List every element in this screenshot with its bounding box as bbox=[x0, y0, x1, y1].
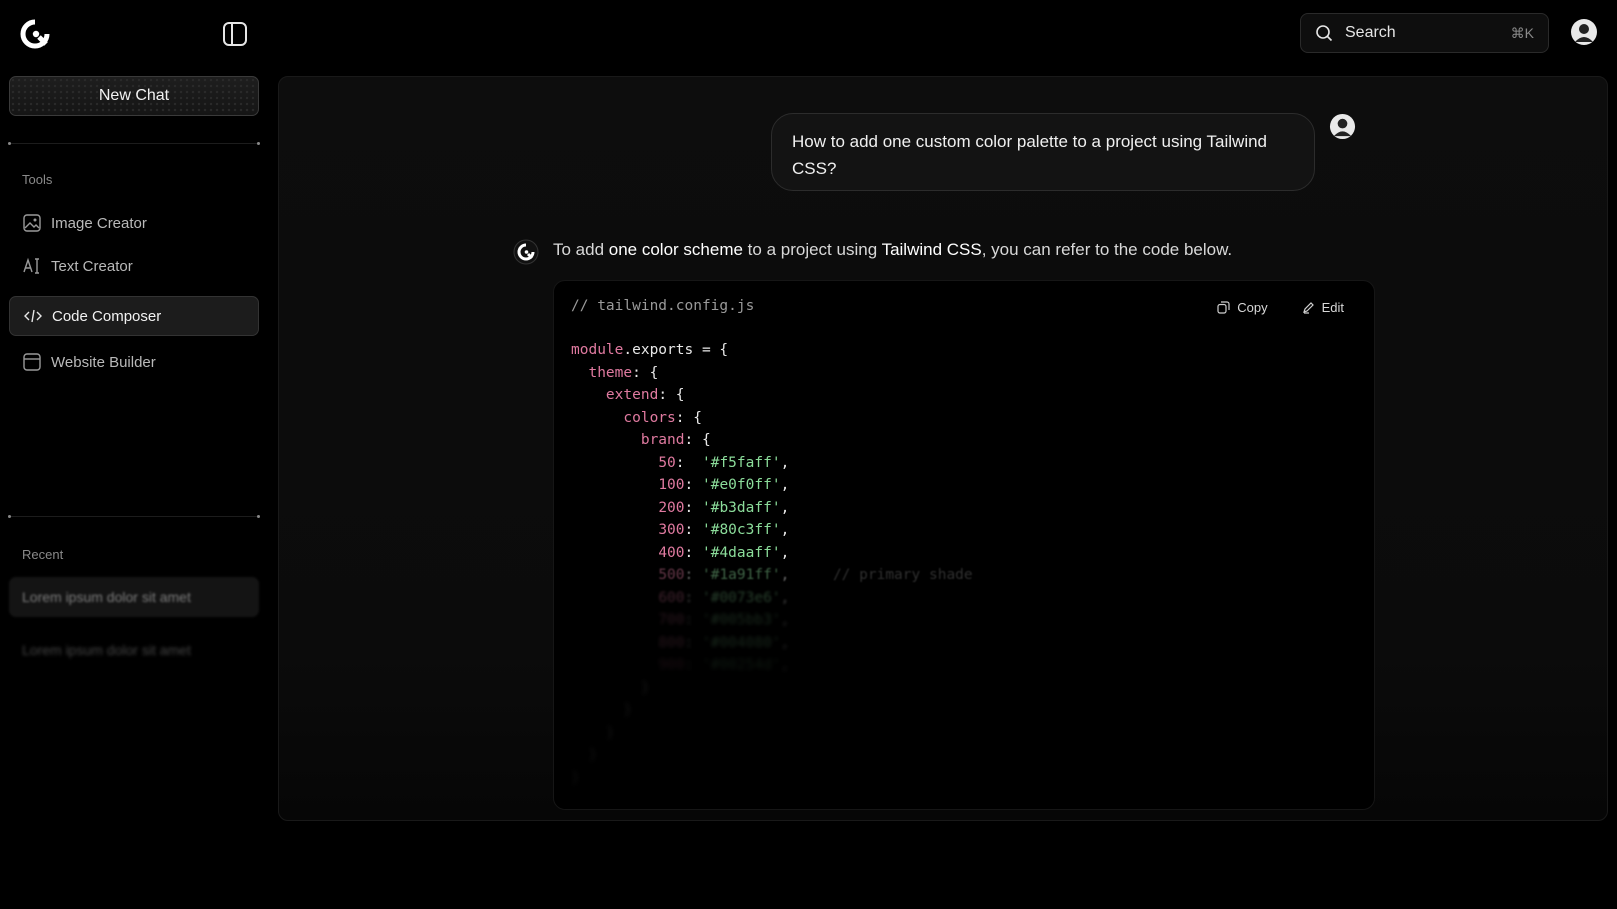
top-bar: Search ⌘K bbox=[0, 0, 1617, 68]
shade-value: '#004080' bbox=[701, 634, 781, 651]
user-avatar-icon bbox=[1329, 113, 1356, 140]
edit-label: Edit bbox=[1321, 300, 1344, 315]
code-actions: Copy Edit bbox=[1217, 300, 1344, 315]
code-token: colors bbox=[623, 409, 676, 426]
recent-chat-item[interactable]: Lorem ipsum dolor sit amet bbox=[9, 577, 259, 617]
code-token: extend bbox=[605, 387, 659, 403]
edit-button[interactable]: Edit bbox=[1302, 300, 1344, 315]
shade-key: 200 bbox=[658, 499, 685, 516]
assistant-message: To add one color scheme to a project usi… bbox=[553, 240, 1232, 260]
edit-icon bbox=[1302, 302, 1314, 314]
recent-chat-item[interactable]: Lorem ipsum dolor sit amet bbox=[9, 630, 259, 670]
search-label: Search bbox=[1345, 24, 1396, 41]
copy-label: Copy bbox=[1237, 300, 1268, 315]
shade-key: 600 bbox=[658, 589, 685, 606]
shade-value: '#e0f0ff' bbox=[701, 477, 781, 493]
sidebar-divider bbox=[8, 142, 260, 145]
search-icon bbox=[1316, 25, 1333, 42]
sidebar-item-image-creator[interactable]: Image Creator bbox=[9, 203, 259, 243]
shade-value: '#f5faff' bbox=[701, 454, 781, 471]
assistant-emphasis: one color scheme bbox=[608, 240, 743, 259]
code-token: module bbox=[571, 342, 624, 358]
shade-key: 800 bbox=[658, 634, 685, 651]
browser-window-icon bbox=[23, 353, 41, 371]
sidebar-item-label: Image Creator bbox=[51, 214, 147, 232]
text-cursor-icon bbox=[23, 257, 41, 275]
shade-value: '#80c3ff' bbox=[701, 522, 781, 538]
sidebar-divider bbox=[8, 515, 260, 518]
image-icon bbox=[23, 214, 41, 232]
assistant-logo-icon[interactable] bbox=[20, 19, 50, 49]
sidebar-item-website-builder[interactable]: Website Builder bbox=[9, 342, 259, 382]
search-box[interactable]: Search ⌘K bbox=[1300, 13, 1549, 53]
code-token: theme bbox=[588, 364, 633, 381]
assistant-text: , you can refer to the code below. bbox=[981, 240, 1233, 259]
code-token: brand bbox=[640, 432, 685, 448]
shade-value: '#00254d' bbox=[701, 657, 781, 673]
shade-value: '#b3daff' bbox=[701, 499, 781, 516]
assistant-text: to a project using bbox=[742, 240, 882, 259]
shade-value: '#1a91ff' bbox=[701, 567, 781, 583]
sidebar-item-code-composer[interactable]: Code Composer bbox=[9, 296, 259, 336]
shade-key: 300 bbox=[658, 522, 685, 538]
code-filename: // tailwind.config.js bbox=[571, 298, 755, 314]
shade-key: 500 bbox=[658, 567, 685, 583]
assistant-text: To add bbox=[553, 240, 609, 259]
code-content: module.exports = { theme: { extend: { co… bbox=[571, 342, 973, 786]
user-avatar-icon[interactable] bbox=[1570, 18, 1598, 46]
sidebar-item-label: Text Creator bbox=[51, 257, 133, 275]
shade-value: '#005bb3' bbox=[701, 612, 781, 628]
sidebar-item-text-creator[interactable]: Text Creator bbox=[9, 246, 259, 286]
shade-key: 400 bbox=[658, 544, 685, 561]
shade-value: '#4daaff' bbox=[701, 544, 781, 561]
new-chat-button[interactable]: New Chat bbox=[9, 76, 259, 116]
shade-key: 50 bbox=[658, 454, 676, 471]
tools-section-label: Tools bbox=[22, 172, 53, 187]
sidebar-item-label: Website Builder bbox=[51, 353, 156, 371]
shade-value: '#0073e6' bbox=[701, 589, 781, 606]
sidebar: New Chat Tools Image Creator Text Creato… bbox=[0, 68, 270, 909]
chat-panel: How to add one custom color palette to a… bbox=[278, 76, 1608, 821]
code-comment: // primary shade bbox=[832, 567, 973, 583]
code-token: .exports = { bbox=[623, 342, 729, 358]
recent-section-label: Recent bbox=[22, 547, 64, 562]
copy-icon bbox=[1217, 301, 1230, 314]
sidebar-toggle-icon[interactable] bbox=[222, 21, 248, 47]
shade-key: 100 bbox=[658, 477, 685, 493]
assistant-emphasis: Tailwind CSS bbox=[881, 240, 982, 259]
search-shortcut: ⌘K bbox=[1510, 24, 1534, 41]
shade-key: 700 bbox=[658, 612, 685, 628]
sidebar-item-label: Code Composer bbox=[52, 307, 162, 325]
code-block: // tailwind.config.js Copy Edit module.e… bbox=[553, 280, 1375, 810]
assistant-avatar-icon bbox=[513, 239, 539, 265]
copy-button[interactable]: Copy bbox=[1217, 300, 1268, 315]
code-icon bbox=[24, 307, 42, 325]
user-message-bubble: How to add one custom color palette to a… bbox=[771, 113, 1315, 191]
shade-key: 900 bbox=[658, 657, 685, 673]
